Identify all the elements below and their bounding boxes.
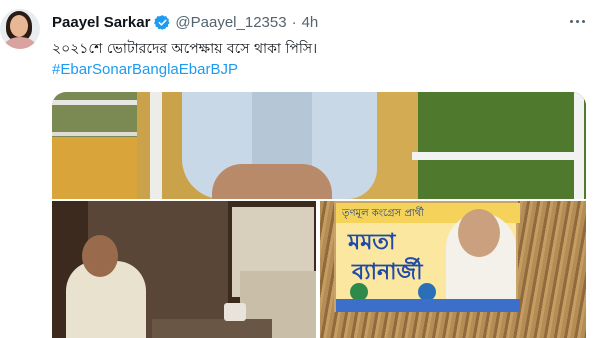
author-name[interactable]: Paayel Sarkar <box>52 14 150 31</box>
verified-badge-icon <box>154 14 171 30</box>
media-image-top[interactable] <box>52 92 586 199</box>
poster-top-text: তৃণমূল কংগ্রেস প্রার্থী <box>342 208 425 219</box>
tweet[interactable]: Paayel Sarkar @Paayel_12353 · 4h ২০২১শে … <box>0 0 600 338</box>
tweet-header: Paayel Sarkar @Paayel_12353 · 4h <box>52 11 318 33</box>
hashtag-link[interactable]: #EbarSonarBanglaEbarBJP <box>52 61 238 78</box>
avatar[interactable] <box>0 9 40 49</box>
tweet-media: তৃণমূল কংগ্রেস প্রার্থী মমতা ব্যানার্জী <box>52 92 586 338</box>
avatar-body <box>4 37 36 49</box>
media-image-bottom-left[interactable] <box>52 201 316 338</box>
election-poster: তৃণমূল কংগ্রেস প্রার্থী মমতা ব্যানার্জী <box>334 201 520 312</box>
more-horizontal-icon <box>569 19 573 23</box>
timestamp[interactable]: 4h <box>302 14 319 31</box>
more-options-button[interactable] <box>566 12 588 30</box>
avatar-face <box>10 15 28 37</box>
separator-dot: · <box>291 13 297 31</box>
tweet-text: ২০২১শে ভোটারদের অপেক্ষায় বসে থাকা পিসি। <box>52 41 318 57</box>
media-image-bottom-right[interactable]: তৃণমূল কংগ্রেস প্রার্থী মমতা ব্যানার্জী <box>320 201 586 338</box>
author-handle[interactable]: @Paayel_12353 <box>175 14 286 31</box>
